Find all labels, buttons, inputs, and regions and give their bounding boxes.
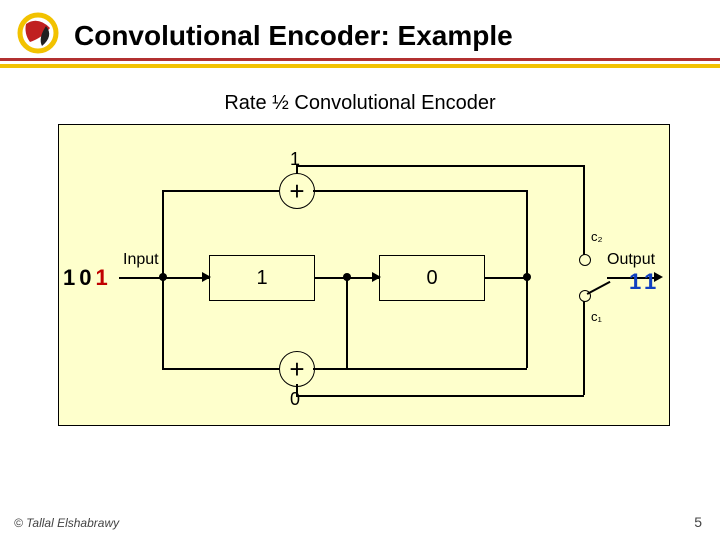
arrow-icon [202, 272, 211, 282]
input-bit-1: 0 [79, 265, 95, 290]
wire [296, 395, 584, 397]
wire [583, 165, 585, 259]
wire [162, 368, 279, 370]
input-bit-2: 1 [96, 265, 112, 290]
slide-title: Convolutional Encoder: Example [74, 20, 513, 52]
shift-register-2: 0 [379, 255, 485, 301]
output-bit-0: 1 [629, 269, 644, 294]
top-adder-output: 1 [290, 149, 300, 170]
output-sequence: 11 [629, 269, 660, 295]
output-bit-1: 1 [644, 269, 660, 294]
encoder-diagram: 1 0 + + 1 0 [58, 124, 670, 426]
label-input: Input [123, 251, 159, 269]
wire [313, 190, 527, 192]
footer-copyright: © Tallal Elshabrawy [14, 516, 119, 530]
wire [526, 277, 528, 368]
register-1-value: 1 [256, 267, 267, 290]
switch-arm [587, 281, 611, 295]
wire [296, 384, 298, 395]
plus-icon: + [289, 178, 304, 204]
input-bit-0: 1 [63, 265, 79, 290]
wire [162, 190, 279, 192]
label-c2: c₂ [591, 229, 603, 244]
switch-terminal [579, 254, 591, 266]
wire [162, 190, 164, 277]
xor-bottom: + [279, 351, 315, 387]
register-2-value: 0 [426, 267, 437, 290]
wire [313, 368, 527, 370]
divider-red [0, 58, 720, 61]
wire [162, 277, 164, 368]
label-c1: c₁ [591, 309, 602, 324]
wire [526, 190, 528, 277]
arrow-icon [372, 272, 381, 282]
plus-icon: + [289, 356, 304, 382]
input-sequence: 101 [63, 265, 112, 291]
wire [583, 295, 585, 395]
wire [346, 277, 348, 368]
shift-register-1: 1 [209, 255, 315, 301]
bottom-adder-output: 0 [290, 389, 300, 410]
label-output: Output [607, 251, 655, 269]
divider-yellow [0, 64, 720, 68]
page-number: 5 [694, 514, 702, 530]
xor-top: + [279, 173, 315, 209]
wire [296, 165, 584, 167]
logo [14, 12, 62, 54]
slide-subtitle: Rate ½ Convolutional Encoder [0, 92, 720, 115]
